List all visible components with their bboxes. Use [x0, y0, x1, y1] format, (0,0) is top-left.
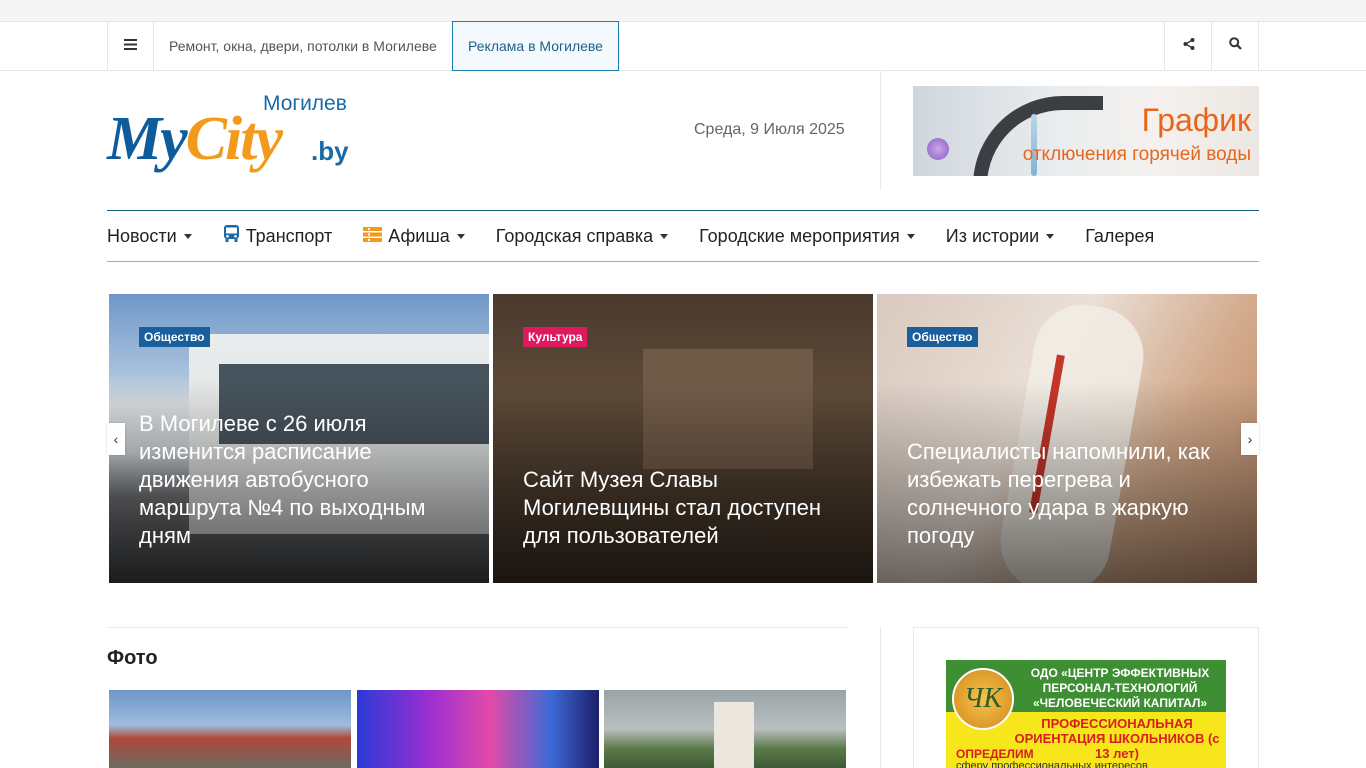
chevron-down-icon	[183, 233, 192, 239]
menu-button[interactable]	[107, 22, 154, 70]
chevron-left-icon: ‹	[113, 431, 119, 447]
ad-logo: ЧК	[952, 668, 1014, 730]
section-title-photo: Фото	[107, 647, 158, 669]
slide-card[interactable]: Общество Специалисты напомнили, как избе…	[877, 294, 1257, 583]
sidebar-divider	[880, 627, 881, 768]
nav-item-afisha[interactable]: Афиша	[363, 226, 465, 247]
bus-icon	[223, 224, 240, 248]
category-badge[interactable]: Культура	[523, 327, 588, 347]
chevron-down-icon	[1046, 233, 1055, 239]
chevron-down-icon	[906, 233, 915, 239]
slider-next-button[interactable]: ›	[1241, 423, 1259, 455]
banner-hot-water-schedule[interactable]: График отключения горячей воды	[913, 86, 1259, 176]
menu-icon	[124, 37, 137, 55]
category-badge[interactable]: Общество	[907, 327, 978, 347]
nav-item-gallery[interactable]: Галерея	[1085, 226, 1154, 247]
photo-thumb[interactable]	[357, 690, 599, 768]
ad-headline: ПРОФЕССИОНАЛЬНАЯ ОРИЕНТАЦИЯ ШКОЛЬНИКОВ (…	[1014, 716, 1220, 761]
search-icon	[1228, 37, 1242, 55]
ad-line4: сферу профессиональных интересов	[956, 760, 1148, 768]
share-button[interactable]	[1164, 22, 1212, 70]
top-link-advertising[interactable]: Реклама в Могилеве	[452, 21, 619, 71]
nav-item-history[interactable]: Из истории	[946, 226, 1055, 247]
banner-career-guidance[interactable]: ЧК ОДО «ЦЕНТР ЭФФЕКТИВНЫХ ПЕРСОНАЛ-ТЕХНО…	[946, 660, 1226, 768]
banner-title: График	[1141, 102, 1251, 138]
site-logo[interactable]: Могилев MyCity .by	[107, 90, 357, 182]
chevron-right-icon: ›	[1247, 431, 1253, 447]
ticket-icon	[363, 226, 383, 247]
slide-title[interactable]: Сайт Музея Славы Могилевщины стал доступ…	[523, 466, 853, 550]
photo-thumb[interactable]	[604, 690, 846, 768]
logo-wordmark: MyCity	[107, 105, 283, 173]
logo-domain: .by	[311, 136, 349, 166]
top-link-repair[interactable]: Ремонт, окна, двери, потолки в Могилеве	[154, 22, 452, 70]
top-bar: Ремонт, окна, двери, потолки в Могилеве …	[0, 21, 1366, 71]
nav-item-transport[interactable]: Транспорт	[223, 224, 332, 248]
slide-title[interactable]: В Могилеве с 26 июля изменится расписани…	[139, 410, 469, 550]
flower-image	[927, 138, 949, 160]
category-badge[interactable]: Общество	[139, 327, 210, 347]
nav-item-city-events[interactable]: Городские мероприятия	[699, 226, 915, 247]
main-nav: Новости Транспорт Афиша Городская справк…	[107, 210, 1259, 262]
slide-card[interactable]: Общество В Могилеве с 26 июля изменится …	[109, 294, 489, 583]
top-strip	[0, 0, 1366, 21]
monument-shape	[714, 702, 754, 768]
news-slider: Общество В Могилеве с 26 июля изменится …	[107, 294, 1259, 583]
slide-title[interactable]: Специалисты напомнили, как избежать пере…	[907, 438, 1237, 550]
search-button[interactable]	[1211, 22, 1259, 70]
banner-subtitle: отключения горячей воды	[1022, 144, 1251, 165]
share-icon	[1183, 37, 1195, 55]
slider-prev-button[interactable]: ‹	[107, 423, 125, 455]
nav-item-city-reference[interactable]: Городская справка	[496, 226, 669, 247]
chevron-down-icon	[660, 233, 669, 239]
nav-item-news[interactable]: Новости	[107, 226, 192, 247]
chevron-down-icon	[456, 233, 465, 239]
ad-line3: ОПРЕДЕЛИМ	[956, 747, 1034, 761]
ad-company: ОДО «ЦЕНТР ЭФФЕКТИВНЫХ ПЕРСОНАЛ-ТЕХНОЛОГ…	[1030, 666, 1210, 710]
photo-thumb[interactable]	[109, 690, 351, 768]
header-divider	[880, 71, 881, 190]
slide-card[interactable]: Культура Сайт Музея Славы Могилевщины ст…	[493, 294, 873, 583]
section-divider	[107, 627, 848, 628]
current-date: Среда, 9 Июля 2025	[694, 121, 845, 138]
